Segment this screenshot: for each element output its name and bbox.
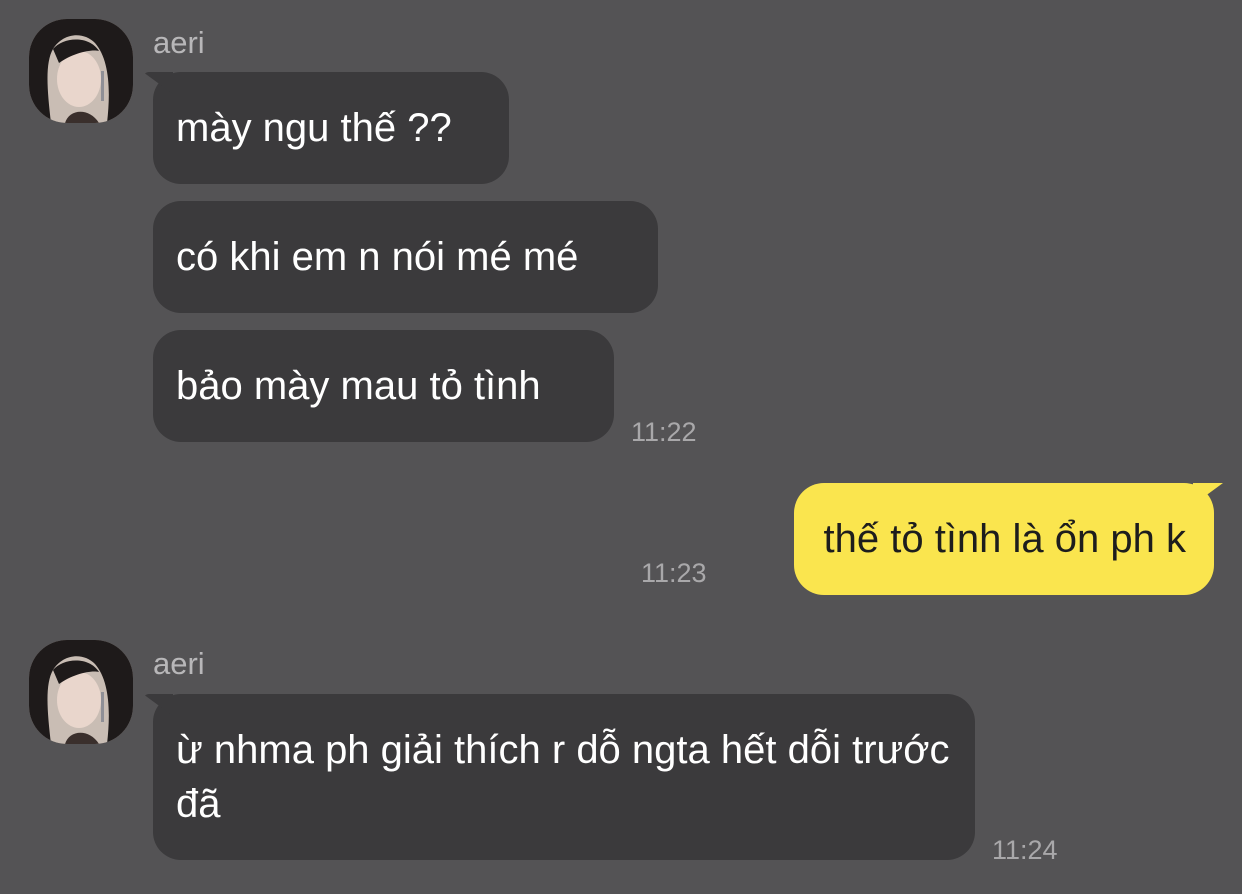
message-timestamp: 11:22 xyxy=(631,417,697,447)
message-timestamp: 11:24 xyxy=(992,835,1058,865)
message-bubble[interactable]: bảo mày mau tỏ tình xyxy=(153,330,614,442)
avatar[interactable] xyxy=(29,640,133,744)
message-bubble-outgoing[interactable]: thế tỏ tình là ổn ph k xyxy=(793,483,1214,595)
message-bubble[interactable]: có khi em n nói mé mé xyxy=(153,201,658,313)
sender-name: aeri xyxy=(153,646,205,681)
message-bubble[interactable]: mày ngu thế ?? xyxy=(153,72,509,184)
avatar[interactable] xyxy=(29,19,133,123)
message-bubble[interactable]: ừ nhma ph giải thích r dỗ ngta hết dỗi t… xyxy=(153,694,975,860)
message-timestamp: 11:23 xyxy=(641,558,707,588)
sender-name: aeri xyxy=(153,25,205,60)
